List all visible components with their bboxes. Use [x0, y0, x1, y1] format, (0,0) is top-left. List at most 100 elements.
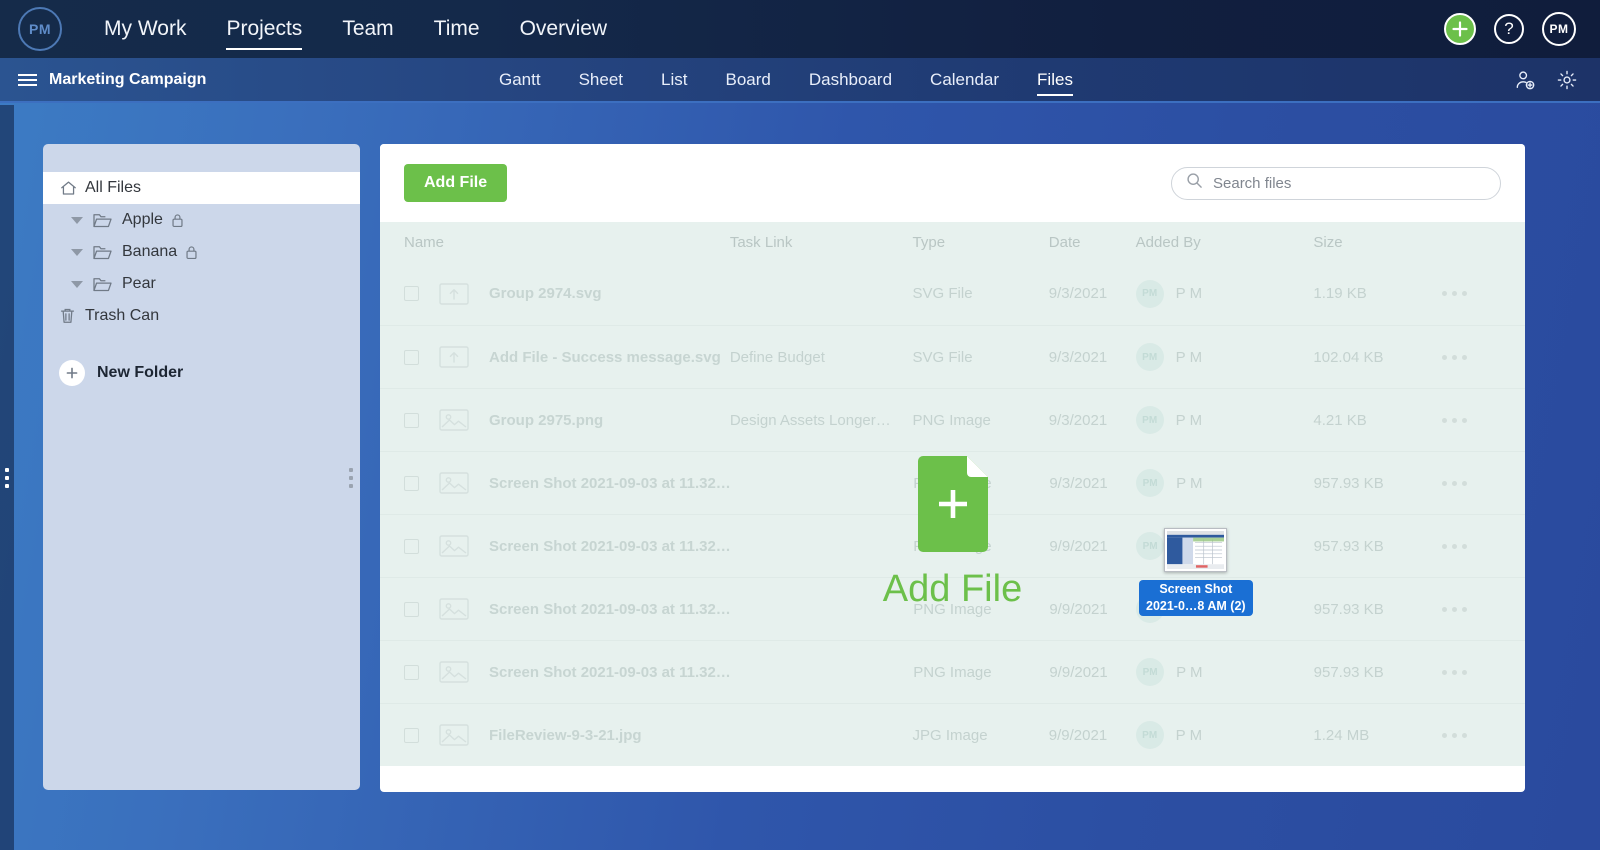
search-box[interactable] [1171, 166, 1501, 200]
chevron-down-icon[interactable] [71, 216, 83, 224]
image-file-icon [439, 661, 469, 683]
row-menu-button[interactable] [1441, 291, 1501, 296]
row-menu-button[interactable] [1441, 417, 1501, 423]
row-checkbox[interactable] [404, 727, 419, 743]
chevron-down-icon[interactable] [71, 248, 83, 256]
row-menu-button[interactable] [1441, 669, 1501, 675]
added-by: PM P M [1136, 658, 1314, 686]
svg-file-icon [439, 282, 469, 305]
settings-button[interactable] [1556, 69, 1578, 91]
plus-icon [1452, 21, 1468, 37]
file-name: Screen Shot 2021-09-03 at 11.32… [489, 663, 731, 681]
row-checkbox[interactable] [404, 475, 419, 491]
files-panel: Add File Name Task Link Type Date Added … [380, 144, 1525, 792]
tab-list[interactable]: List [642, 57, 706, 102]
project-bar: Marketing Campaign Gantt Sheet List Boar… [0, 58, 1600, 103]
table-row[interactable]: Screen Shot 2021-09-03 at 11.32… PNG Imag… [380, 514, 1525, 577]
row-checkbox[interactable] [404, 664, 419, 680]
tab-calendar[interactable]: Calendar [911, 57, 1018, 102]
row-checkbox[interactable] [404, 601, 419, 617]
avatar: PM [1135, 343, 1164, 371]
task-link[interactable]: Define Budget [730, 349, 913, 366]
column-header-size[interactable]: Size [1313, 234, 1441, 251]
row-menu-button[interactable] [1441, 354, 1501, 360]
tab-label: Dashboard [808, 69, 893, 89]
row-menu-button[interactable] [1441, 732, 1501, 738]
nav-label: Projects [226, 17, 303, 40]
project-title: Marketing Campaign [49, 70, 207, 88]
file-type: PNG Image [913, 663, 992, 681]
avatar-initials: PM [1549, 22, 1569, 36]
file-date: 9/3/2021 [1048, 285, 1108, 302]
file-name: FileReview-9-3-21.jpg [489, 726, 642, 744]
sidebar-item-all-files[interactable]: All Files [43, 172, 360, 204]
column-header-type[interactable]: Type [913, 234, 1049, 251]
row-checkbox[interactable] [404, 412, 419, 428]
row-menu-button[interactable] [1441, 606, 1501, 612]
image-file-icon [439, 724, 469, 746]
tab-board[interactable]: Board [707, 57, 790, 102]
sidebar-item-trash-can[interactable]: Trash Can [43, 300, 360, 332]
tab-label: Files [1037, 69, 1073, 89]
table-row[interactable]: FileReview-9-3-21.jpg JPG Image 9/9/2021 PM… [380, 703, 1525, 766]
create-new-button[interactable] [1444, 13, 1476, 45]
task-link[interactable]: Design Assets Longer… [730, 412, 913, 429]
tab-sheet[interactable]: Sheet [560, 57, 642, 102]
column-header-added-by[interactable]: Added By [1136, 234, 1314, 251]
file-date: 9/3/2021 [1048, 348, 1108, 366]
row-checkbox[interactable] [404, 538, 419, 554]
add-member-button[interactable] [1514, 69, 1536, 91]
nav-item-time[interactable]: Time [414, 0, 500, 58]
svg-file-icon [439, 346, 469, 368]
new-folder-label: New Folder [97, 364, 184, 381]
image-file-icon [439, 472, 469, 494]
help-button[interactable]: ? [1494, 14, 1524, 44]
folder-icon [92, 244, 113, 261]
new-folder-button[interactable]: New Folder [43, 360, 360, 386]
added-by-name: P M [1175, 411, 1203, 429]
row-menu-button[interactable] [1441, 543, 1501, 549]
menu-icon[interactable] [18, 73, 37, 86]
column-header-date[interactable]: Date [1049, 234, 1136, 251]
search-input[interactable] [1213, 174, 1486, 192]
chevron-down-icon[interactable] [71, 280, 83, 288]
more-options-icon [1441, 354, 1467, 360]
drag-filename-line2: 2021-0…8 AM (2) [1146, 599, 1246, 613]
sidebar-item-folder-pear[interactable]: Pear [43, 268, 360, 300]
more-options-icon [1441, 291, 1467, 296]
sidebar-item-folder-apple[interactable]: Apple [43, 204, 360, 236]
file-name: Screen Shot 2021-09-03 at 11.32… [489, 600, 731, 618]
tab-dashboard[interactable]: Dashboard [790, 57, 911, 102]
table-row[interactable]: Screen Shot 2021-09-03 at 11.32… PNG Imag… [380, 640, 1525, 703]
avatar: PM [1136, 469, 1165, 497]
nav-item-overview[interactable]: Overview [500, 0, 628, 58]
table-row[interactable]: Group 2974.svg SVG File 9/3/2021 PM P M 1.19 … [380, 262, 1525, 325]
table-row[interactable]: Group 2975.png Design Assets Longer… PNG I… [380, 388, 1525, 451]
row-checkbox[interactable] [404, 349, 419, 365]
user-avatar[interactable]: PM [1542, 12, 1576, 46]
nav-item-team[interactable]: Team [322, 0, 413, 58]
tab-gantt[interactable]: Gantt [480, 57, 560, 102]
row-menu-button[interactable] [1441, 480, 1501, 486]
row-checkbox[interactable] [404, 286, 419, 301]
left-edge-resize-handle[interactable] [0, 105, 14, 850]
file-size: 957.93 KB [1313, 474, 1384, 492]
app-logo[interactable]: PM [18, 7, 62, 51]
add-file-button[interactable]: Add File [404, 164, 508, 202]
nav-item-projects[interactable]: Projects [206, 0, 322, 58]
table-row[interactable]: Screen Shot 2021-09-03 at 11.32… PNG Imag… [380, 451, 1525, 514]
table-row[interactable]: Screen Shot 2021-09-03 at 11.32… PNG Imag… [380, 577, 1525, 640]
sidebar-item-folder-banana[interactable]: Banana [43, 236, 360, 268]
tab-files[interactable]: Files [1018, 57, 1092, 102]
column-header-name[interactable]: Name [404, 234, 730, 251]
file-type: SVG File [912, 285, 973, 302]
sidebar-resize-handle[interactable] [349, 467, 353, 488]
file-name: Group 2975.png [489, 411, 604, 429]
nav-label: Overview [519, 17, 608, 40]
column-header-task-link[interactable]: Task Link [730, 234, 913, 251]
file-date: 9/3/2021 [1048, 411, 1108, 429]
file-size: 102.04 KB [1313, 348, 1384, 366]
search-icon [1186, 172, 1203, 194]
table-row[interactable]: Add File - Success message.svg Define Bud… [380, 325, 1525, 388]
nav-item-my-work[interactable]: My Work [84, 0, 206, 58]
